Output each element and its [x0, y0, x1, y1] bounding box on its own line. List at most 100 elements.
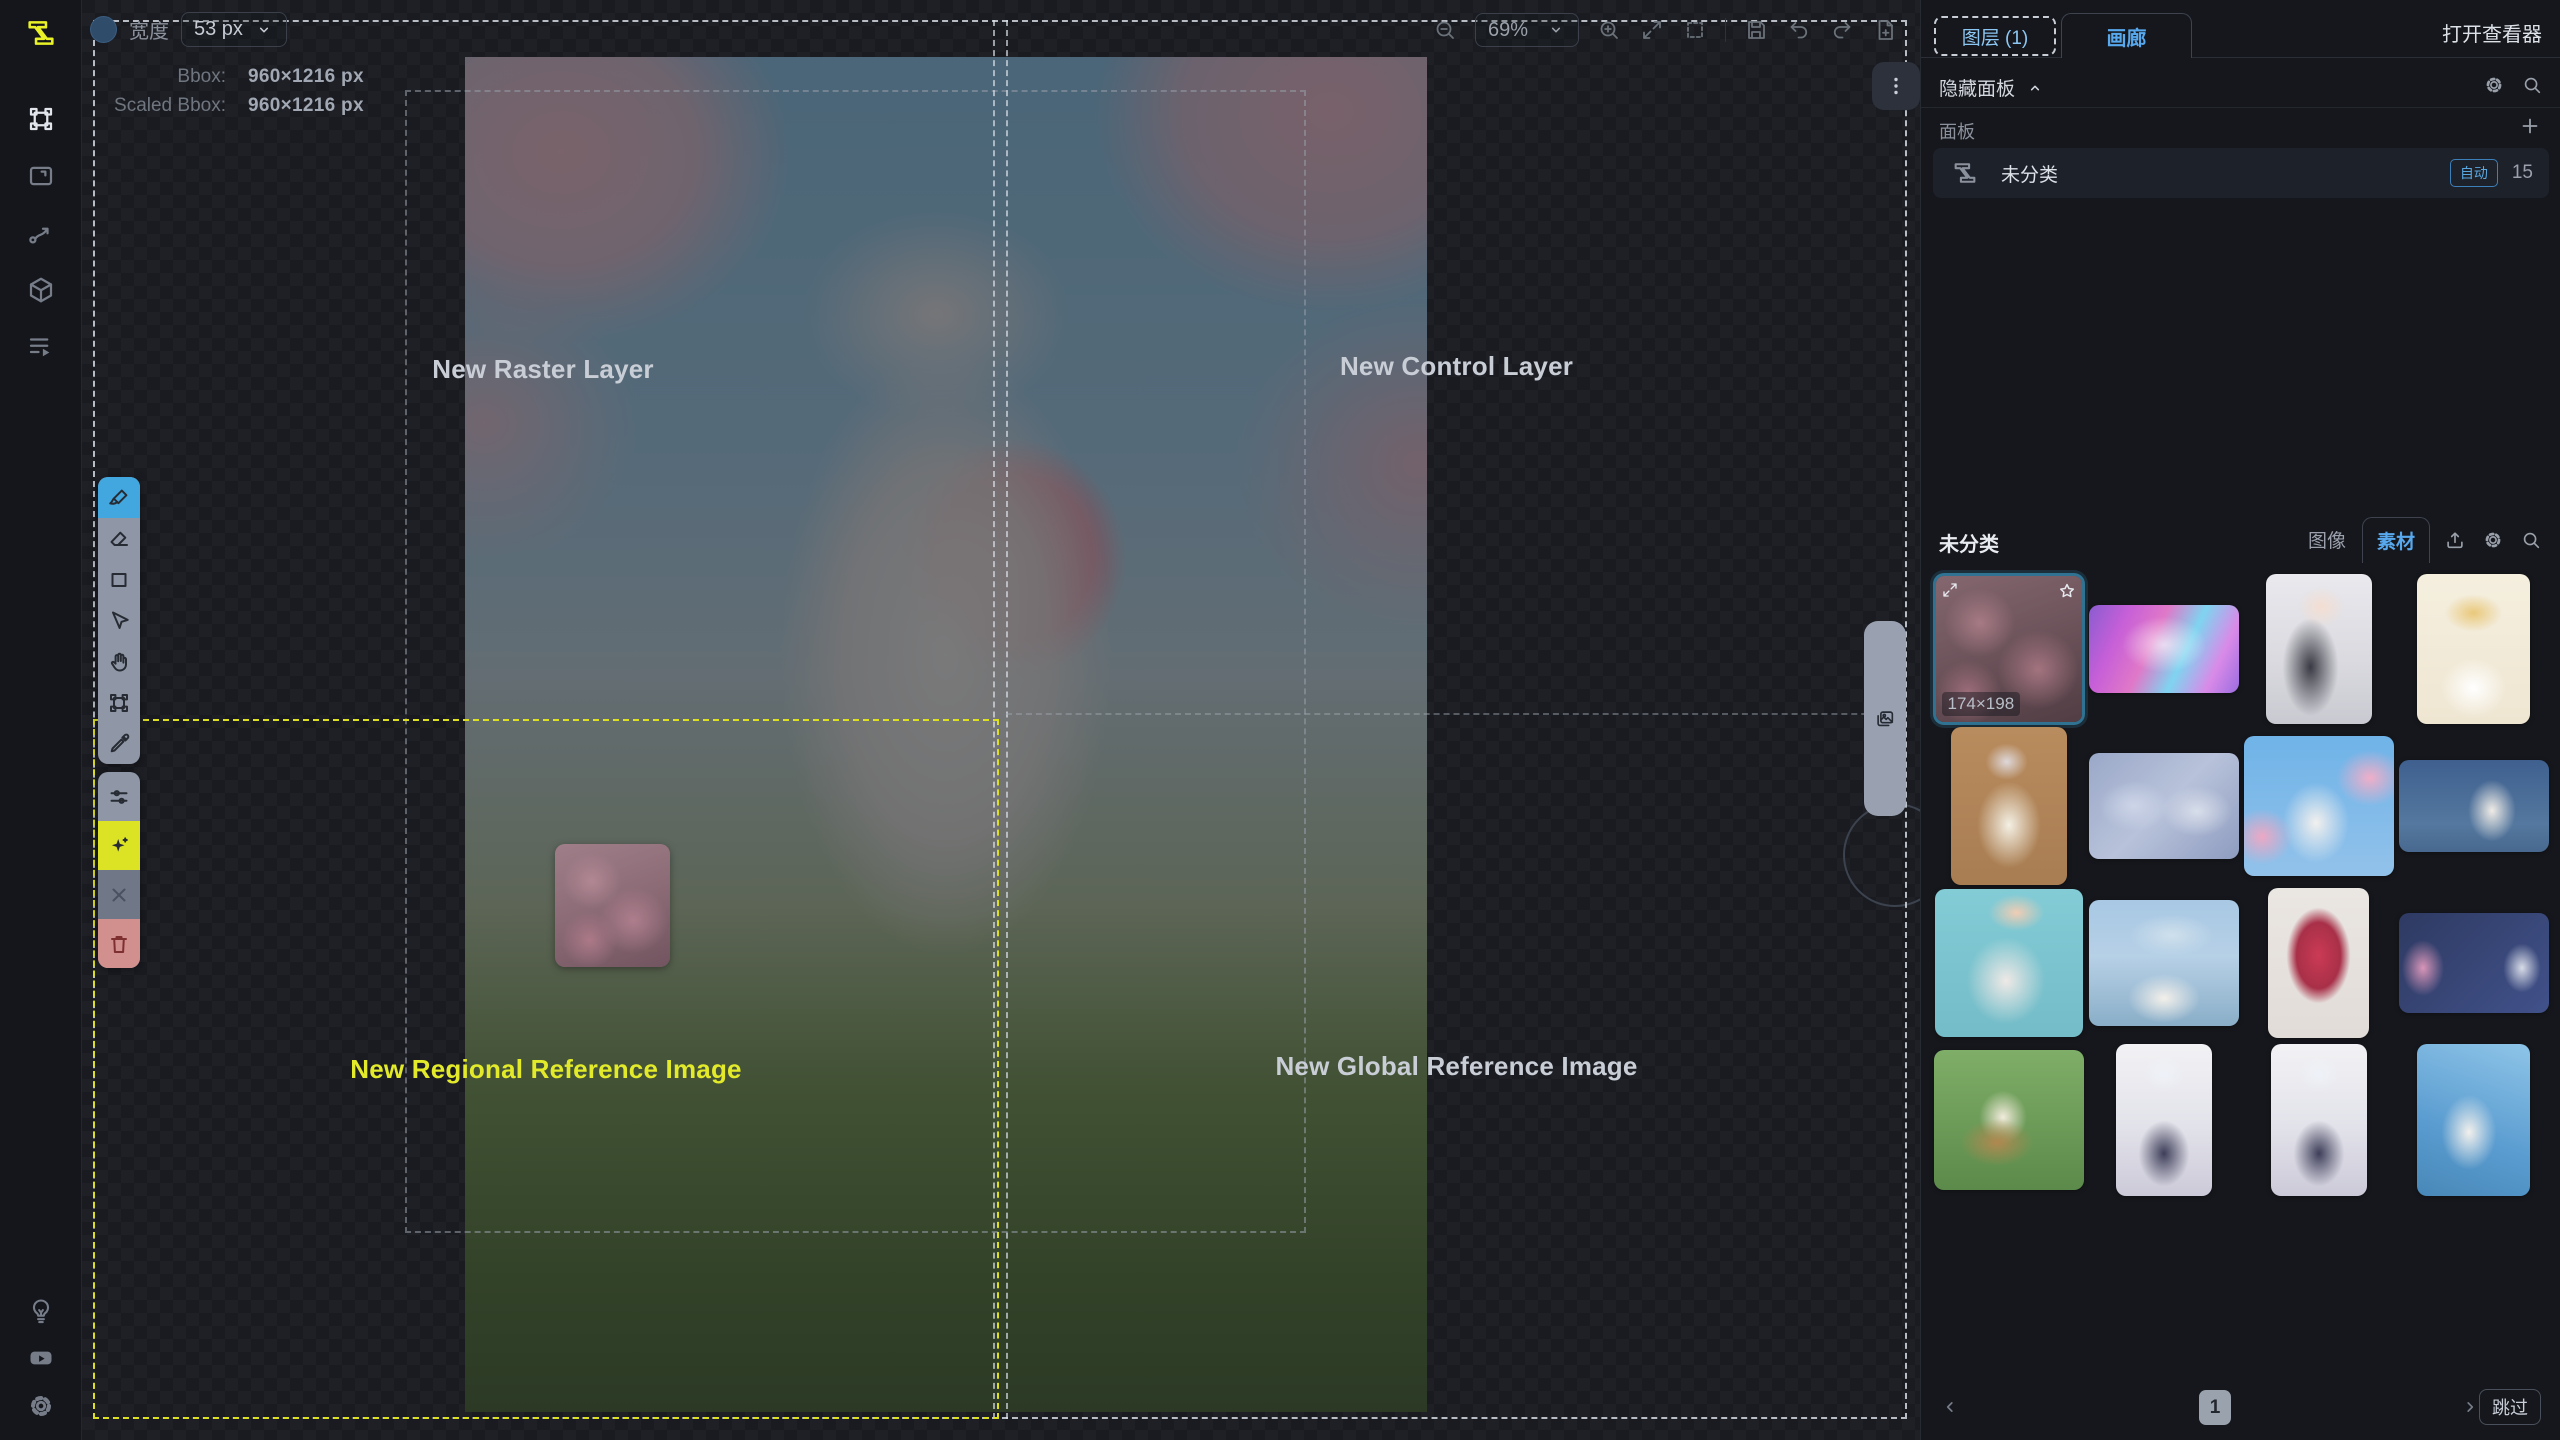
drop-zone-new-regional-reference[interactable]: New Regional Reference Image [93, 719, 999, 1419]
gallery-header: 未分类 [1939, 528, 1999, 557]
save-button[interactable] [1743, 17, 1769, 43]
chevron-right-icon [2459, 1396, 2481, 1418]
transform-tool[interactable] [98, 682, 140, 723]
chevron-down-icon [254, 20, 274, 40]
color-swatch[interactable] [90, 16, 117, 43]
prev-page-button[interactable] [1939, 1396, 1961, 1418]
thumb-two-catgirls-tea[interactable] [2089, 900, 2239, 1026]
bbox-label: Bbox: [108, 62, 226, 91]
drop-zone-new-control-layer[interactable]: New Control Layer [1006, 20, 1907, 713]
thumb-white-twintail-girl[interactable] [2266, 574, 2372, 724]
expand-icon[interactable] [1941, 581, 1959, 599]
tab-layers[interactable]: 图层 (1) [1934, 16, 2056, 56]
sidebar-item-transform[interactable] [22, 100, 60, 138]
pan-tool[interactable] [98, 641, 140, 682]
sidebar-item-3d[interactable] [22, 271, 60, 309]
youtube-icon [27, 1344, 55, 1372]
redo-icon [1830, 18, 1854, 42]
undo-button[interactable] [1786, 17, 1812, 43]
thumb-red-haired-dragon-girl[interactable] [2268, 888, 2369, 1038]
zoom-out-button[interactable] [1432, 17, 1458, 43]
thumb-holographic-crystals[interactable] [2089, 605, 2239, 693]
thumb-tarot-card-xiv[interactable] [2417, 574, 2530, 724]
thumb-catgirl-sakura-sky[interactable] [2244, 736, 2394, 876]
gallery-controls: 图像 素材 [2292, 514, 2542, 565]
tab-images[interactable]: 图像 [2292, 514, 2362, 565]
cancel-button[interactable] [98, 870, 140, 919]
thumb-blonde-girl-on-bench[interactable] [1934, 1050, 2084, 1190]
brush-width-label: 宽度 [129, 15, 169, 44]
logo-icon [24, 16, 58, 50]
delete-button[interactable] [98, 919, 140, 968]
search-icon[interactable] [2521, 74, 2543, 96]
eyedropper-tool[interactable] [98, 723, 140, 764]
transform-box-icon [26, 104, 56, 134]
upload-icon[interactable] [2444, 529, 2466, 551]
gallery-drag-handle[interactable] [1864, 621, 1906, 816]
skip-button[interactable]: 跳过 [2479, 1389, 2541, 1425]
star-icon[interactable] [2057, 581, 2077, 601]
chevron-down-icon [1546, 20, 1566, 40]
next-page-button[interactable] [2459, 1396, 2481, 1418]
tab-materials[interactable]: 素材 [2362, 517, 2430, 563]
redo-button[interactable] [1829, 17, 1855, 43]
zoom-level-dropdown[interactable]: 69% [1475, 13, 1579, 47]
search-icon[interactable] [2520, 529, 2542, 551]
hide-panel-label: 隐藏面板 [1939, 74, 2015, 101]
drop-zone-label: New Regional Reference Image [350, 1054, 741, 1085]
thumb-cherry-blossoms-selected[interactable]: 174×198 [1936, 576, 2082, 722]
kebab-menu-icon [1884, 74, 1908, 98]
canvas-menu-button[interactable] [1872, 62, 1920, 110]
sidebar-item-frame[interactable] [22, 157, 60, 195]
open-viewer-button[interactable]: 打开查看器 [2442, 18, 2542, 47]
fit-selection-button[interactable] [1682, 17, 1708, 43]
sidebar-item-tips[interactable] [22, 1292, 60, 1330]
brush-tool[interactable] [98, 477, 140, 518]
sidebar-item-curves[interactable] [22, 214, 60, 252]
sliders-icon [107, 785, 131, 809]
fit-view-button[interactable] [1639, 17, 1665, 43]
page-number-button[interactable]: 1 [2199, 1390, 2231, 1425]
thumb-girl-by-night-window[interactable] [2399, 913, 2549, 1013]
panel-logo-icon [1951, 159, 1979, 187]
thumb-vampire-catgirl-duplicate[interactable] [2271, 1044, 2367, 1196]
tab-gallery-label: 画廊 [2107, 22, 2147, 51]
gear-icon[interactable] [2483, 74, 2505, 96]
zoom-in-button[interactable] [1596, 17, 1622, 43]
curve-arrow-icon [26, 218, 56, 248]
add-panel-button[interactable] [2518, 114, 2542, 138]
sidebar-item-settings[interactable] [22, 1387, 60, 1425]
thumb-two-girls-sleeping[interactable] [2089, 753, 2239, 859]
select-tool[interactable] [98, 600, 140, 641]
panel-list-item[interactable]: 未分类 自动 15 [1933, 148, 2549, 198]
lightbulb-icon [27, 1297, 55, 1325]
rectangle-tool[interactable] [98, 559, 140, 600]
brush-width-dropdown[interactable]: 53 px [181, 12, 287, 47]
hide-panel-toggle[interactable]: 隐藏面板 [1939, 74, 2045, 101]
auto-badge: 自动 [2450, 159, 2498, 187]
adjust-settings-button[interactable] [98, 772, 140, 821]
canvas-area[interactable]: New Raster Layer New Control Layer New R… [82, 0, 1920, 1440]
app-logo[interactable] [22, 14, 60, 52]
sidebar-item-youtube[interactable] [22, 1339, 60, 1377]
tab-gallery[interactable]: 画廊 [2061, 13, 2192, 58]
thumb-catgirl-with-book[interactable] [1951, 727, 2067, 885]
app-window: New Raster Layer New Control Layer New R… [0, 0, 2560, 1440]
cursor-icon [107, 609, 131, 633]
thumb-sailor-uniform-girl[interactable] [2399, 760, 2549, 852]
eraser-tool[interactable] [98, 518, 140, 559]
thumb-catgirl-by-ocean[interactable] [2417, 1044, 2530, 1196]
export-file-button[interactable] [1872, 17, 1898, 43]
rectangle-icon [107, 568, 131, 592]
chevron-left-icon [1939, 1396, 1961, 1418]
drop-zone-new-raster-layer[interactable]: New Raster Layer [93, 20, 993, 719]
gear-icon[interactable] [2482, 529, 2504, 551]
scaled-bbox-value: 960×1216 px [248, 91, 364, 120]
thumb-vampire-catgirl[interactable] [2116, 1044, 2212, 1196]
thumb-catgirl-headpat[interactable] [1935, 889, 2083, 1037]
undo-icon [1787, 18, 1811, 42]
generate-button[interactable] [98, 821, 140, 870]
regional-reference-image[interactable] [555, 844, 670, 967]
sidebar-item-queue[interactable] [22, 328, 60, 366]
drop-zone-new-global-reference[interactable]: New Global Reference Image [1006, 713, 1907, 1419]
